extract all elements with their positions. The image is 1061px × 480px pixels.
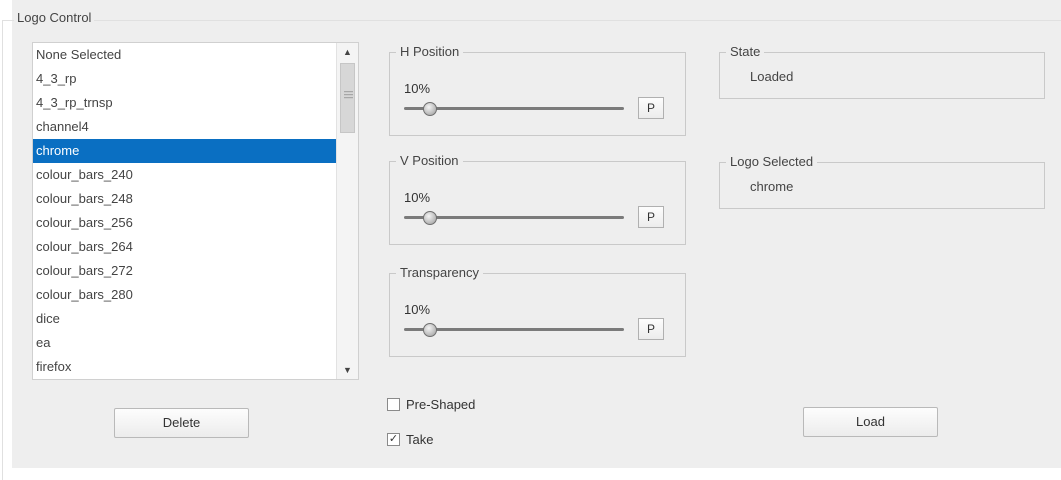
list-item[interactable]: firefox [33, 355, 336, 379]
list-item[interactable]: chrome [33, 139, 336, 163]
list-item[interactable]: ea [33, 331, 336, 355]
transparency-slider-knob[interactable] [423, 323, 437, 337]
transparency-title: Transparency [396, 265, 483, 281]
logo-selected-value: chrome [750, 179, 794, 194]
scroll-thumb[interactable]: — — — [340, 63, 355, 133]
scroll-down-icon[interactable]: ▼ [337, 361, 358, 379]
transparency-track[interactable] [404, 328, 624, 331]
h-position-track[interactable] [404, 107, 624, 110]
logo-list-items: None Selected 4_3_rp 4_3_rp_trnsp channel4 c… [33, 43, 336, 379]
transparency-p-button[interactable]: P [638, 318, 664, 340]
v-position-value: 10% [404, 190, 431, 205]
v-position-slider-knob[interactable] [423, 211, 437, 225]
v-position-track[interactable] [404, 216, 624, 219]
h-position-value: 10% [404, 81, 431, 96]
state-value: Loaded [750, 69, 794, 84]
pre-shaped-checkbox[interactable] [387, 397, 400, 411]
list-scrollbar[interactable]: ▲ — — — ▼ [336, 43, 358, 379]
list-item[interactable]: colour_bars_280 [33, 283, 336, 307]
list-item[interactable]: colour_bars_248 [33, 187, 336, 211]
state-title: State [726, 44, 765, 60]
transparency-group: Transparency 10% P [389, 265, 686, 357]
grip-icon: — — — [344, 86, 353, 102]
pre-shaped-label: Pre-Shaped [406, 396, 476, 412]
h-position-group: H Position 10% P [389, 44, 686, 136]
list-item[interactable]: channel4 [33, 115, 336, 139]
take-label: Take [406, 431, 434, 447]
list-item[interactable]: colour_bars_256 [33, 211, 336, 235]
list-item[interactable]: 4_3_rp [33, 67, 336, 91]
logo-control-title: Logo Control [14, 10, 95, 25]
h-position-slider-knob[interactable] [423, 102, 437, 116]
load-button[interactable]: Load [803, 407, 938, 437]
v-position-group: V Position 10% P [389, 153, 686, 245]
v-position-title: V Position [396, 153, 463, 169]
list-item[interactable]: colour_bars_240 [33, 163, 336, 187]
pre-shaped-checkbox-row[interactable]: Pre-Shaped [387, 395, 475, 413]
v-position-p-button[interactable]: P [638, 206, 664, 228]
delete-button[interactable]: Delete [114, 408, 249, 438]
h-position-title: H Position [396, 44, 464, 60]
list-item[interactable]: colour_bars_264 [33, 235, 336, 259]
list-item[interactable]: None Selected [33, 43, 336, 67]
list-item[interactable]: 4_3_rp_trnsp [33, 91, 336, 115]
logo-selected-group: Logo Selected chrome [719, 154, 1045, 209]
take-checkbox[interactable]: ✓ [387, 432, 400, 446]
list-item[interactable]: colour_bars_272 [33, 259, 336, 283]
scroll-up-icon[interactable]: ▲ [337, 43, 358, 61]
logo-selected-title: Logo Selected [726, 154, 818, 170]
transparency-value: 10% [404, 302, 431, 317]
state-group: State Loaded [719, 44, 1045, 99]
h-position-p-button[interactable]: P [638, 97, 664, 119]
take-checkbox-row[interactable]: ✓ Take [387, 430, 433, 448]
logo-list[interactable]: None Selected 4_3_rp 4_3_rp_trnsp channel4 c… [32, 42, 359, 380]
list-item[interactable]: dice [33, 307, 336, 331]
